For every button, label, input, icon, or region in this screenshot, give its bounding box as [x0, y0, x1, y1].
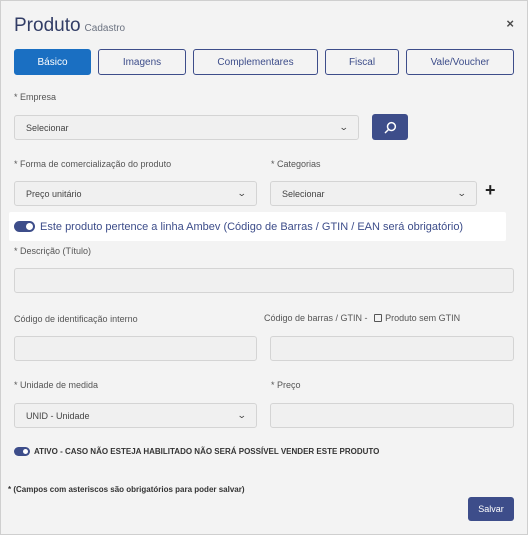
product-modal: Produto Cadastro × Básico Imagens Complem…	[0, 0, 528, 535]
tab-fiscal[interactable]: Fiscal	[325, 49, 399, 75]
codigo-interno-label: Código de identificação interno	[14, 314, 138, 324]
tab-basico[interactable]: Básico	[14, 49, 91, 75]
toggle-knob	[26, 223, 33, 230]
categorias-label: * Categorias	[271, 159, 321, 169]
close-icon[interactable]: ×	[506, 16, 514, 31]
empresa-value: Selecionar	[26, 122, 69, 133]
ambev-toggle-row: Este produto pertence a linha Ambev (Cód…	[9, 212, 506, 241]
forma-comercializacao-select[interactable]: Preço unitário ⌄	[14, 181, 257, 206]
empresa-select[interactable]: Selecionar ⌄	[14, 115, 359, 140]
toggle-knob	[23, 449, 28, 454]
chevron-down-icon: ⌄	[339, 122, 350, 132]
tab-imagens[interactable]: Imagens	[98, 49, 186, 75]
required-fields-note: * (Campos com asteriscos são obrigatório…	[8, 485, 245, 494]
codigo-interno-input[interactable]	[14, 336, 257, 361]
search-icon	[384, 121, 396, 133]
search-button[interactable]	[372, 114, 408, 140]
page-title: Produto Cadastro	[14, 15, 125, 37]
forma-comercializacao-label: * Forma de comercialização do produto	[14, 159, 172, 169]
save-button[interactable]: Salvar	[468, 497, 514, 521]
codigo-barras-label: Código de barras / GTIN -	[264, 313, 368, 323]
preco-input[interactable]	[270, 403, 514, 428]
descricao-label: * Descrição (Título)	[14, 246, 92, 256]
empresa-label: * Empresa	[14, 92, 57, 102]
add-category-button[interactable]: +	[485, 180, 496, 201]
forma-comercializacao-value: Preço unitário	[26, 188, 82, 199]
ativo-toggle-label: ATIVO - CASO NÃO ESTEJA HABILITADO NÃO S…	[34, 447, 380, 456]
chevron-down-icon: ⌄	[237, 410, 248, 420]
categorias-value: Selecionar	[282, 188, 325, 199]
modal-subtitle: Cadastro	[84, 23, 126, 34]
modal-title: Produto	[14, 15, 81, 36]
unidade-label: * Unidade de medida	[14, 380, 99, 390]
chevron-down-icon: ⌄	[457, 188, 468, 198]
preco-label: * Preço	[271, 380, 301, 390]
descricao-input[interactable]	[14, 268, 514, 293]
categorias-select[interactable]: Selecionar ⌄	[270, 181, 477, 206]
unidade-select[interactable]: UNID - Unidade ⌄	[14, 403, 257, 428]
chevron-down-icon: ⌄	[237, 188, 248, 198]
produto-sem-gtin-checkbox[interactable]	[374, 314, 383, 322]
codigo-barras-input[interactable]	[270, 336, 514, 361]
ambev-toggle-label: Este produto pertence a linha Ambev (Cód…	[40, 220, 464, 233]
produto-sem-gtin-label: Produto sem GTIN	[385, 313, 461, 323]
tab-complementares[interactable]: Complementares	[193, 49, 318, 75]
codigo-barras-label-row: Código de barras / GTIN - Produto sem GT…	[264, 313, 460, 323]
unidade-value: UNID - Unidade	[26, 410, 90, 421]
tab-vale-voucher[interactable]: Vale/Voucher	[406, 49, 514, 75]
ambev-toggle[interactable]	[14, 221, 35, 232]
ativo-toggle[interactable]	[14, 447, 30, 456]
ativo-toggle-row: ATIVO - CASO NÃO ESTEJA HABILITADO NÃO S…	[14, 447, 379, 456]
produto-sem-gtin-option: Produto sem GTIN	[374, 313, 460, 323]
